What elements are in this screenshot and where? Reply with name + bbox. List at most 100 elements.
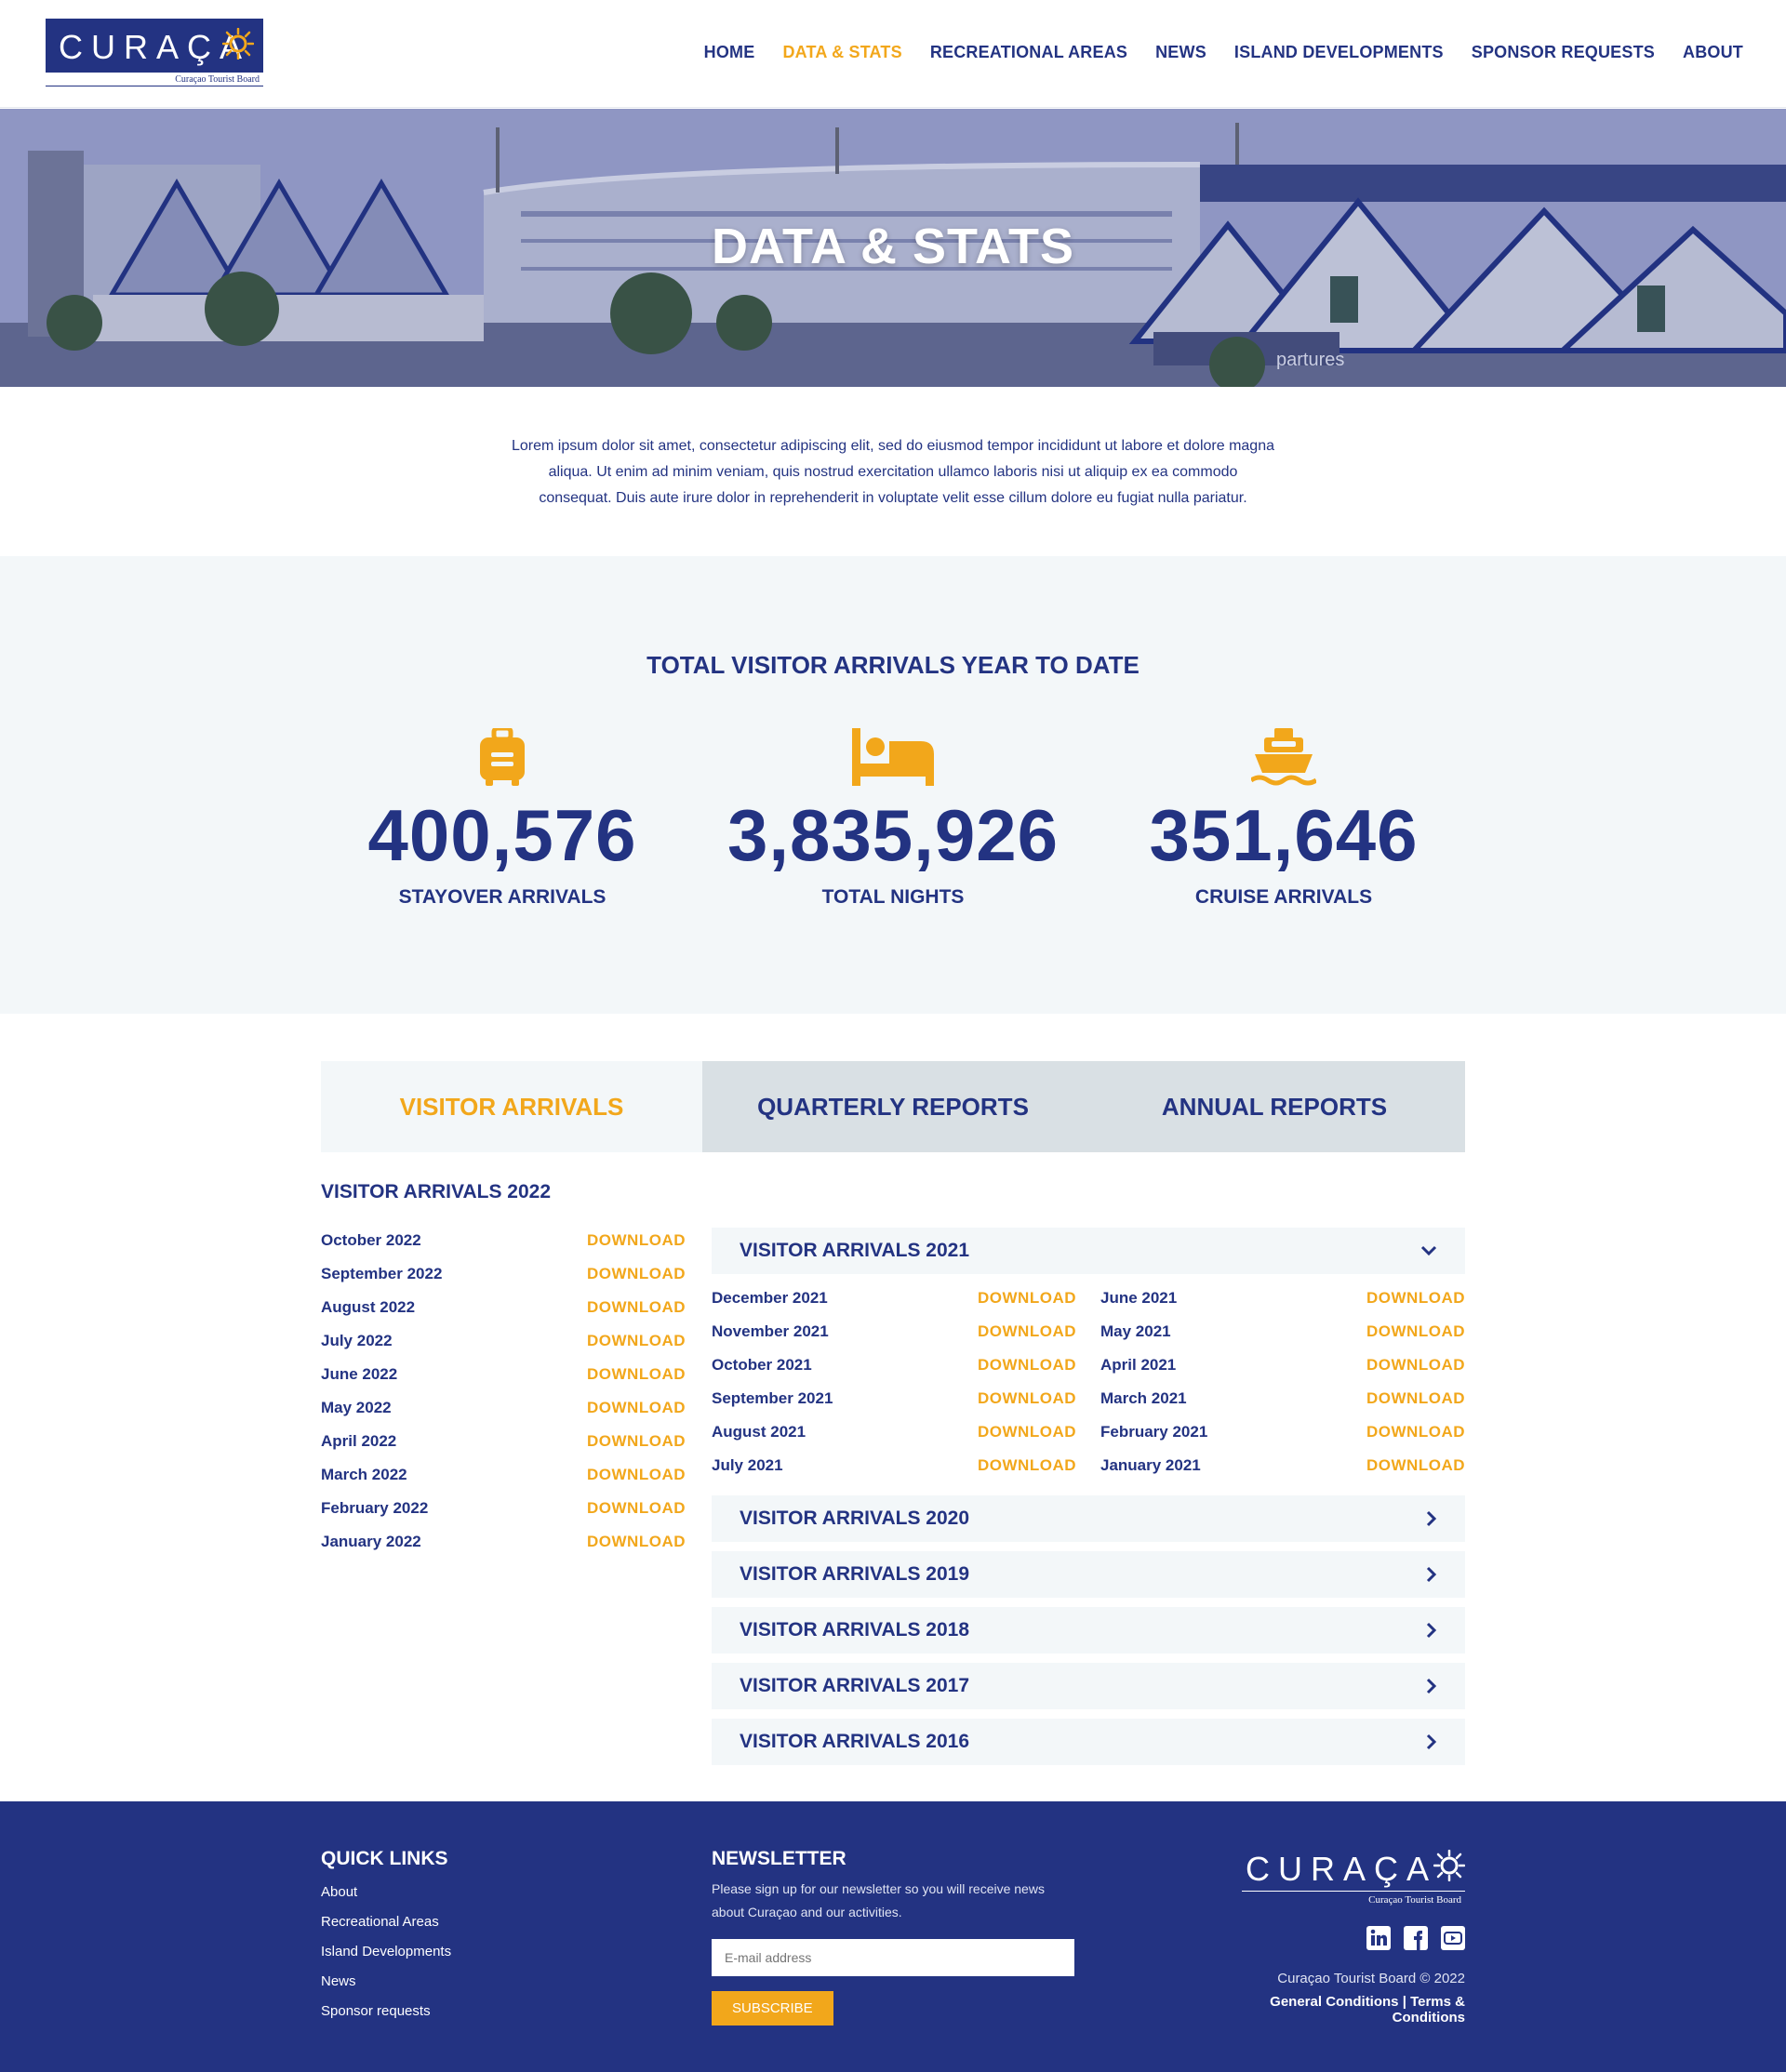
nav-about[interactable]: ABOUT	[1683, 43, 1743, 62]
accordion-title: VISITOR ARRIVALS 2018	[740, 1619, 970, 1640]
subscribe-button[interactable]: SUBSCRIBE	[712, 1991, 833, 2026]
accordion-header-2020[interactable]: VISITOR ARRIVALS 2020	[712, 1495, 1465, 1542]
download-link[interactable]: DOWNLOAD	[587, 1298, 686, 1317]
hero-banner: partures DATA & STATS	[0, 109, 1786, 387]
download-link[interactable]: DOWNLOAD	[587, 1332, 686, 1350]
download-link[interactable]: DOWNLOAD	[1366, 1423, 1465, 1441]
download-link[interactable]: DOWNLOAD	[978, 1356, 1076, 1375]
download-link[interactable]: DOWNLOAD	[587, 1432, 686, 1451]
stat-total-nights-label: TOTAL NIGHTS	[821, 886, 965, 908]
email-field[interactable]	[712, 1939, 1074, 1976]
list-item: May 2021 DOWNLOAD	[1100, 1315, 1465, 1348]
month-label: September 2021	[712, 1389, 833, 1407]
list-item: March 2021 DOWNLOAD	[1100, 1382, 1465, 1415]
section-title-2022: VISITOR ARRIVALS 2022	[321, 1181, 552, 1202]
footer-logo-text: CURAÇA	[1245, 1850, 1437, 1888]
list-item: July 2021 DOWNLOAD	[712, 1449, 1076, 1482]
month-label: May 2022	[321, 1399, 392, 1416]
nav-news[interactable]: NEWS	[1155, 43, 1206, 62]
intro-text: Lorem ipsum dolor sit amet, consectetur …	[512, 438, 1274, 506]
list-item: August 2021 DOWNLOAD	[712, 1415, 1076, 1449]
download-link[interactable]: DOWNLOAD	[587, 1466, 686, 1484]
month-label: March 2021	[1100, 1389, 1187, 1407]
accordion-header-2016[interactable]: VISITOR ARRIVALS 2016	[712, 1719, 1465, 1765]
site-header: CURAÇA Curaçao Tourist Board HOME DATA &…	[0, 0, 1786, 108]
month-list-2021-right: June 2021 DOWNLOAD May 2021 DOWNLOAD April…	[1100, 1282, 1465, 1482]
sun-icon	[222, 28, 254, 60]
list-item: March 2022 DOWNLOAD	[321, 1458, 686, 1492]
footer-logo[interactable]: CURAÇA Curaçao Tourist Board	[1242, 1846, 1465, 1907]
download-link[interactable]: DOWNLOAD	[1366, 1389, 1465, 1408]
tab-annual-reports[interactable]: ANNUAL REPORTS	[1084, 1061, 1465, 1152]
list-item: October 2022 DOWNLOAD	[321, 1224, 686, 1257]
nav-island-developments[interactable]: ISLAND DEVELOPMENTS	[1234, 43, 1444, 62]
footer-link-news[interactable]: News	[321, 1967, 451, 1997]
month-list-2021-left: December 2021 DOWNLOAD November 2021 DOWNL…	[712, 1282, 1076, 1482]
list-item: April 2021 DOWNLOAD	[1100, 1348, 1465, 1382]
page-title: DATA & STATS	[712, 219, 1074, 274]
general-conditions-link[interactable]: General Conditions	[1270, 1994, 1398, 2010]
download-link[interactable]: DOWNLOAD	[587, 1231, 686, 1250]
stats-title: TOTAL VISITOR ARRIVALS YEAR TO DATE	[646, 651, 1140, 679]
download-link[interactable]: DOWNLOAD	[978, 1423, 1076, 1441]
download-link[interactable]: DOWNLOAD	[978, 1456, 1076, 1475]
footer-link-recreational-areas[interactable]: Recreational Areas	[321, 1907, 451, 1937]
download-link[interactable]: DOWNLOAD	[1366, 1322, 1465, 1341]
site-logo[interactable]: CURAÇA Curaçao Tourist Board	[46, 19, 263, 89]
month-label: October 2022	[321, 1231, 421, 1249]
chevron-right-icon	[1426, 1733, 1437, 1750]
download-link[interactable]: DOWNLOAD	[978, 1289, 1076, 1308]
footer-link-sponsor-requests[interactable]: Sponsor requests	[321, 1997, 451, 2026]
tab-visitor-arrivals[interactable]: VISITOR ARRIVALS	[321, 1061, 702, 1152]
accordion-title: VISITOR ARRIVALS 2020	[740, 1508, 970, 1529]
copyright-text: Curaçao Tourist Board © 2022	[1277, 1971, 1465, 1986]
list-item: August 2022 DOWNLOAD	[321, 1291, 686, 1324]
download-link[interactable]: DOWNLOAD	[978, 1322, 1076, 1341]
chevron-right-icon	[1426, 1622, 1437, 1639]
stat-total-nights-value: 3,835,926	[726, 794, 1059, 876]
nav-data-stats[interactable]: DATA & STATS	[782, 43, 901, 62]
accordion-title: VISITOR ARRIVALS 2017	[740, 1675, 970, 1696]
list-item: May 2022 DOWNLOAD	[321, 1391, 686, 1425]
download-link[interactable]: DOWNLOAD	[587, 1399, 686, 1417]
month-label: October 2021	[712, 1356, 812, 1374]
youtube-icon[interactable]	[1441, 1926, 1465, 1950]
download-link[interactable]: DOWNLOAD	[1366, 1356, 1465, 1375]
list-item: September 2021 DOWNLOAD	[712, 1382, 1076, 1415]
linkedin-icon[interactable]	[1366, 1926, 1391, 1950]
accordion-header-2021[interactable]: VISITOR ARRIVALS 2021	[712, 1228, 1465, 1274]
download-link[interactable]: DOWNLOAD	[1366, 1456, 1465, 1475]
download-link[interactable]: DOWNLOAD	[587, 1365, 686, 1384]
accordion-header-2018[interactable]: VISITOR ARRIVALS 2018	[712, 1607, 1465, 1654]
archive-accordion: VISITOR ARRIVALS 2021 December 2021 DOWNL…	[712, 1228, 1465, 1774]
footer-link-island-developments[interactable]: Island Developments	[321, 1937, 451, 1967]
facebook-icon[interactable]	[1404, 1926, 1428, 1950]
nav-sponsor-requests[interactable]: SPONSOR REQUESTS	[1472, 43, 1655, 62]
stats-section: TOTAL VISITOR ARRIVALS YEAR TO DATE 400,…	[0, 556, 1786, 1014]
download-link[interactable]: DOWNLOAD	[978, 1389, 1076, 1408]
nav-recreational-areas[interactable]: RECREATIONAL AREAS	[930, 43, 1127, 62]
newsletter-title: NEWSLETTER	[712, 1848, 846, 1869]
list-item: January 2021 DOWNLOAD	[1100, 1449, 1465, 1482]
footer-link-about[interactable]: About	[321, 1878, 451, 1907]
nav-home[interactable]: HOME	[704, 43, 755, 62]
social-links	[1242, 1926, 1465, 1950]
month-label: July 2022	[321, 1332, 393, 1349]
month-label: June 2022	[321, 1365, 398, 1383]
tab-quarterly-reports[interactable]: QUARTERLY REPORTS	[702, 1061, 1084, 1152]
month-label: February 2022	[321, 1499, 429, 1517]
download-link[interactable]: DOWNLOAD	[587, 1499, 686, 1518]
stat-cruise-label: CRUISE ARRIVALS	[1194, 886, 1373, 908]
ship-icon	[1098, 726, 1470, 788]
month-label: June 2021	[1100, 1289, 1178, 1307]
site-footer: QUICK LINKS About Recreational Areas Isl…	[0, 1801, 1786, 2072]
month-label: March 2022	[321, 1466, 407, 1483]
download-link[interactable]: DOWNLOAD	[587, 1265, 686, 1283]
accordion-body-2021: December 2021 DOWNLOAD November 2021 DOWNL…	[712, 1282, 1465, 1482]
download-link[interactable]: DOWNLOAD	[587, 1533, 686, 1551]
accordion-header-2019[interactable]: VISITOR ARRIVALS 2019	[712, 1551, 1465, 1598]
quick-links-title: QUICK LINKS	[321, 1848, 448, 1869]
suitcase-icon	[316, 726, 688, 788]
download-link[interactable]: DOWNLOAD	[1366, 1289, 1465, 1308]
accordion-header-2017[interactable]: VISITOR ARRIVALS 2017	[712, 1663, 1465, 1709]
